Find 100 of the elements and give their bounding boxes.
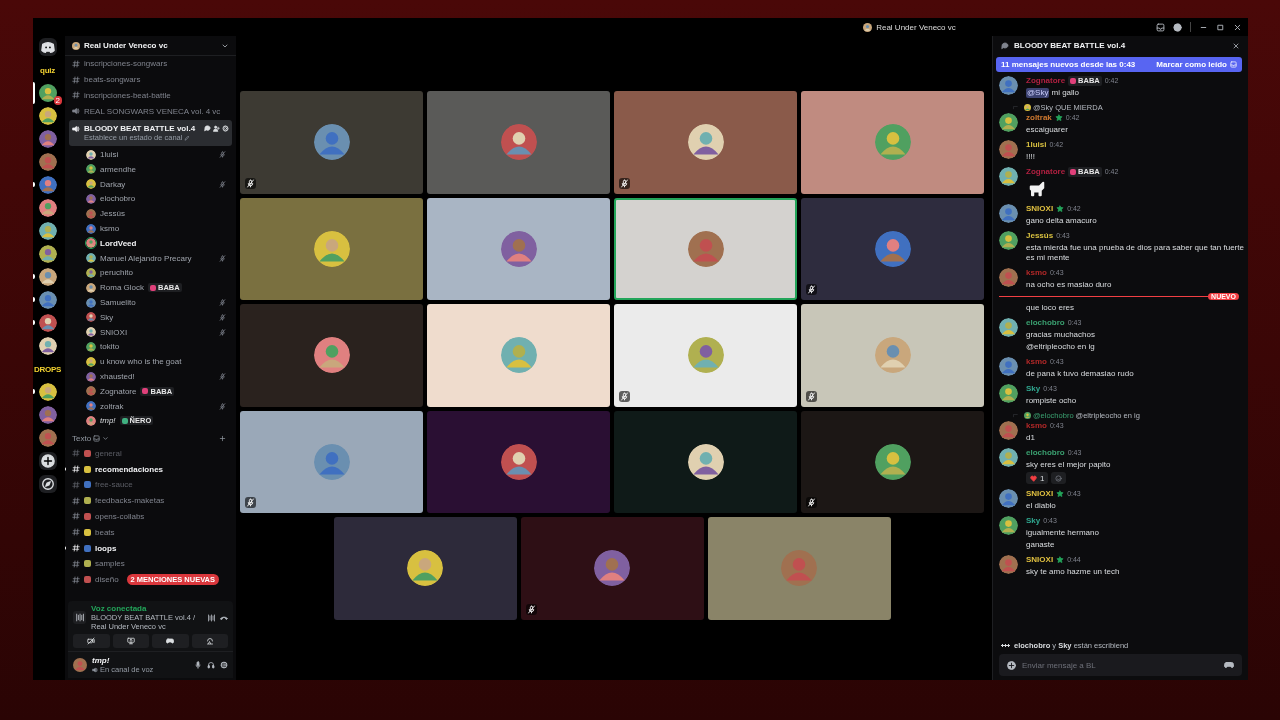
- maximize-icon[interactable]: [1216, 22, 1225, 32]
- author-name[interactable]: zoltrak: [1026, 113, 1052, 123]
- author-name[interactable]: Jessús: [1026, 231, 1054, 241]
- video-tile[interactable]: [240, 197, 423, 300]
- hash-icon: [72, 496, 80, 505]
- member-name[interactable]: elochobro: [100, 194, 136, 204]
- username[interactable]: tmp!: [92, 656, 189, 665]
- new-messages-banner[interactable]: 11 mensajes nuevos desde las 0:43 Marcar como leído: [996, 57, 1242, 72]
- author-name[interactable]: 1luisi: [1026, 140, 1047, 150]
- member-name[interactable]: peruchito: [100, 268, 133, 278]
- member-name[interactable]: SNIOXI: [100, 327, 128, 337]
- author-name[interactable]: elochobro: [1026, 448, 1065, 458]
- video-tile[interactable]: [801, 410, 984, 513]
- author-name[interactable]: SNIOXI: [1026, 204, 1054, 214]
- mark-read-link[interactable]: Marcar como leído: [1156, 60, 1227, 69]
- video-tile[interactable]: [614, 410, 797, 513]
- add-channel-icon[interactable]: [219, 435, 226, 443]
- chat-icon[interactable]: [204, 125, 211, 133]
- video-tile[interactable]: [801, 91, 984, 194]
- server-icon[interactable]: DROPS: [33, 360, 62, 378]
- soundboard-button[interactable]: [191, 634, 228, 648]
- attach-icon[interactable]: [1007, 660, 1016, 670]
- author-name[interactable]: elochobro: [1026, 318, 1065, 328]
- server-name[interactable]: Real Under Veneco vc: [84, 41, 217, 50]
- member-name[interactable]: Roma Glock: [100, 283, 144, 293]
- member-name[interactable]: Sky: [100, 312, 114, 322]
- channel-item[interactable]: opens-collabs: [69, 508, 232, 525]
- video-tile[interactable]: [707, 517, 891, 620]
- video-tile[interactable]: [801, 197, 984, 300]
- member-name[interactable]: LordVeed: [100, 238, 137, 248]
- chevron-icon[interactable]: [102, 435, 110, 443]
- avatar: [999, 76, 1018, 95]
- member-name[interactable]: tmp!: [100, 416, 116, 426]
- channel-item[interactable]: REAL SONGWARS VENECA vol. 4 vc: [69, 103, 232, 120]
- inbox-icon[interactable]: [1156, 22, 1165, 32]
- channel-item[interactable]: beats: [69, 524, 232, 541]
- help-icon[interactable]: [1173, 22, 1182, 32]
- author-name[interactable]: SNIOXI: [1026, 489, 1054, 499]
- video-tile[interactable]: [333, 517, 517, 620]
- close-icon[interactable]: [1232, 41, 1240, 50]
- video-tile[interactable]: [614, 197, 797, 300]
- headset-icon[interactable]: [207, 661, 215, 669]
- screen-share-button[interactable]: [112, 634, 149, 648]
- camera-button[interactable]: [73, 634, 110, 648]
- close-icon[interactable]: [1233, 22, 1242, 32]
- voice-status: Voz conectada: [91, 604, 148, 613]
- author-name[interactable]: Sky: [1026, 384, 1041, 394]
- video-tile[interactable]: [614, 304, 797, 407]
- channel-item[interactable]: inscripciones-beat-battle: [69, 87, 232, 104]
- chat-title: BLOODY BEAT BATTLE vol.4: [1014, 41, 1126, 50]
- gamepad-icon[interactable]: [1224, 660, 1234, 670]
- activities-button[interactable]: [152, 634, 189, 648]
- channel-item[interactable]: feedbacks-maketas: [69, 492, 232, 509]
- message-text: sky te amo hazme un tech: [1026, 567, 1120, 577]
- member-name[interactable]: Zognatore: [100, 386, 137, 396]
- speaker-icon: [72, 107, 80, 116]
- member-name[interactable]: tokito: [100, 342, 120, 352]
- member-name[interactable]: zoltrak: [100, 401, 124, 411]
- channel-item[interactable]: beats-songwars: [69, 71, 232, 88]
- pencil-icon: [184, 134, 191, 141]
- server-icon[interactable]: quiz: [33, 61, 62, 79]
- member-name[interactable]: armendhe: [100, 164, 137, 174]
- author-name[interactable]: Sky: [1026, 516, 1041, 526]
- settings-icon[interactable]: [220, 661, 228, 669]
- member-name[interactable]: 1luisi: [100, 150, 119, 160]
- video-tile[interactable]: [427, 410, 610, 513]
- reaction-button[interactable]: 1: [1026, 472, 1049, 484]
- noise-suppression-icon[interactable]: [207, 613, 215, 622]
- category-header[interactable]: Texto: [72, 434, 92, 444]
- video-tile[interactable]: [427, 91, 610, 194]
- member-name[interactable]: Jessús: [100, 209, 125, 219]
- video-tile[interactable]: [240, 410, 423, 513]
- video-tile[interactable]: [614, 91, 797, 194]
- settings-icon[interactable]: [222, 125, 229, 133]
- speaker-icon: [72, 124, 80, 133]
- microphone-icon[interactable]: [194, 661, 202, 669]
- avatar: [999, 384, 1018, 403]
- video-tile[interactable]: [427, 197, 610, 300]
- member-name[interactable]: ksmo: [100, 224, 120, 234]
- member-name[interactable]: u know who is the goat: [100, 357, 182, 367]
- video-tile[interactable]: [240, 91, 423, 194]
- invite-icon[interactable]: [213, 125, 220, 133]
- typing-dots-icon: [1001, 643, 1010, 647]
- mention[interactable]: @Sky: [1026, 88, 1050, 98]
- member-name[interactable]: xhausted!: [100, 372, 135, 382]
- video-tile[interactable]: [240, 304, 423, 407]
- channel-item[interactable]: samples: [69, 555, 232, 572]
- video-tile[interactable]: [520, 517, 704, 620]
- video-tile[interactable]: [801, 304, 984, 407]
- add-reaction-button[interactable]: [1051, 472, 1067, 484]
- message-input[interactable]: Enviar mensaje a BL: [1022, 660, 1218, 670]
- emoji-icon: [1055, 474, 1063, 482]
- member-name[interactable]: Darkay: [100, 179, 126, 189]
- member-name[interactable]: Manuel Alejandro Precary: [100, 253, 192, 263]
- message-field[interactable]: Enviar mensaje a BL: [999, 654, 1242, 676]
- channel-item[interactable]: inscripciones-songwars: [69, 56, 232, 72]
- disconnect-icon[interactable]: [220, 613, 228, 622]
- video-tile[interactable]: [427, 304, 610, 407]
- author-name[interactable]: SNIOXI: [1026, 555, 1054, 565]
- member-name[interactable]: Samuelito: [100, 298, 136, 308]
